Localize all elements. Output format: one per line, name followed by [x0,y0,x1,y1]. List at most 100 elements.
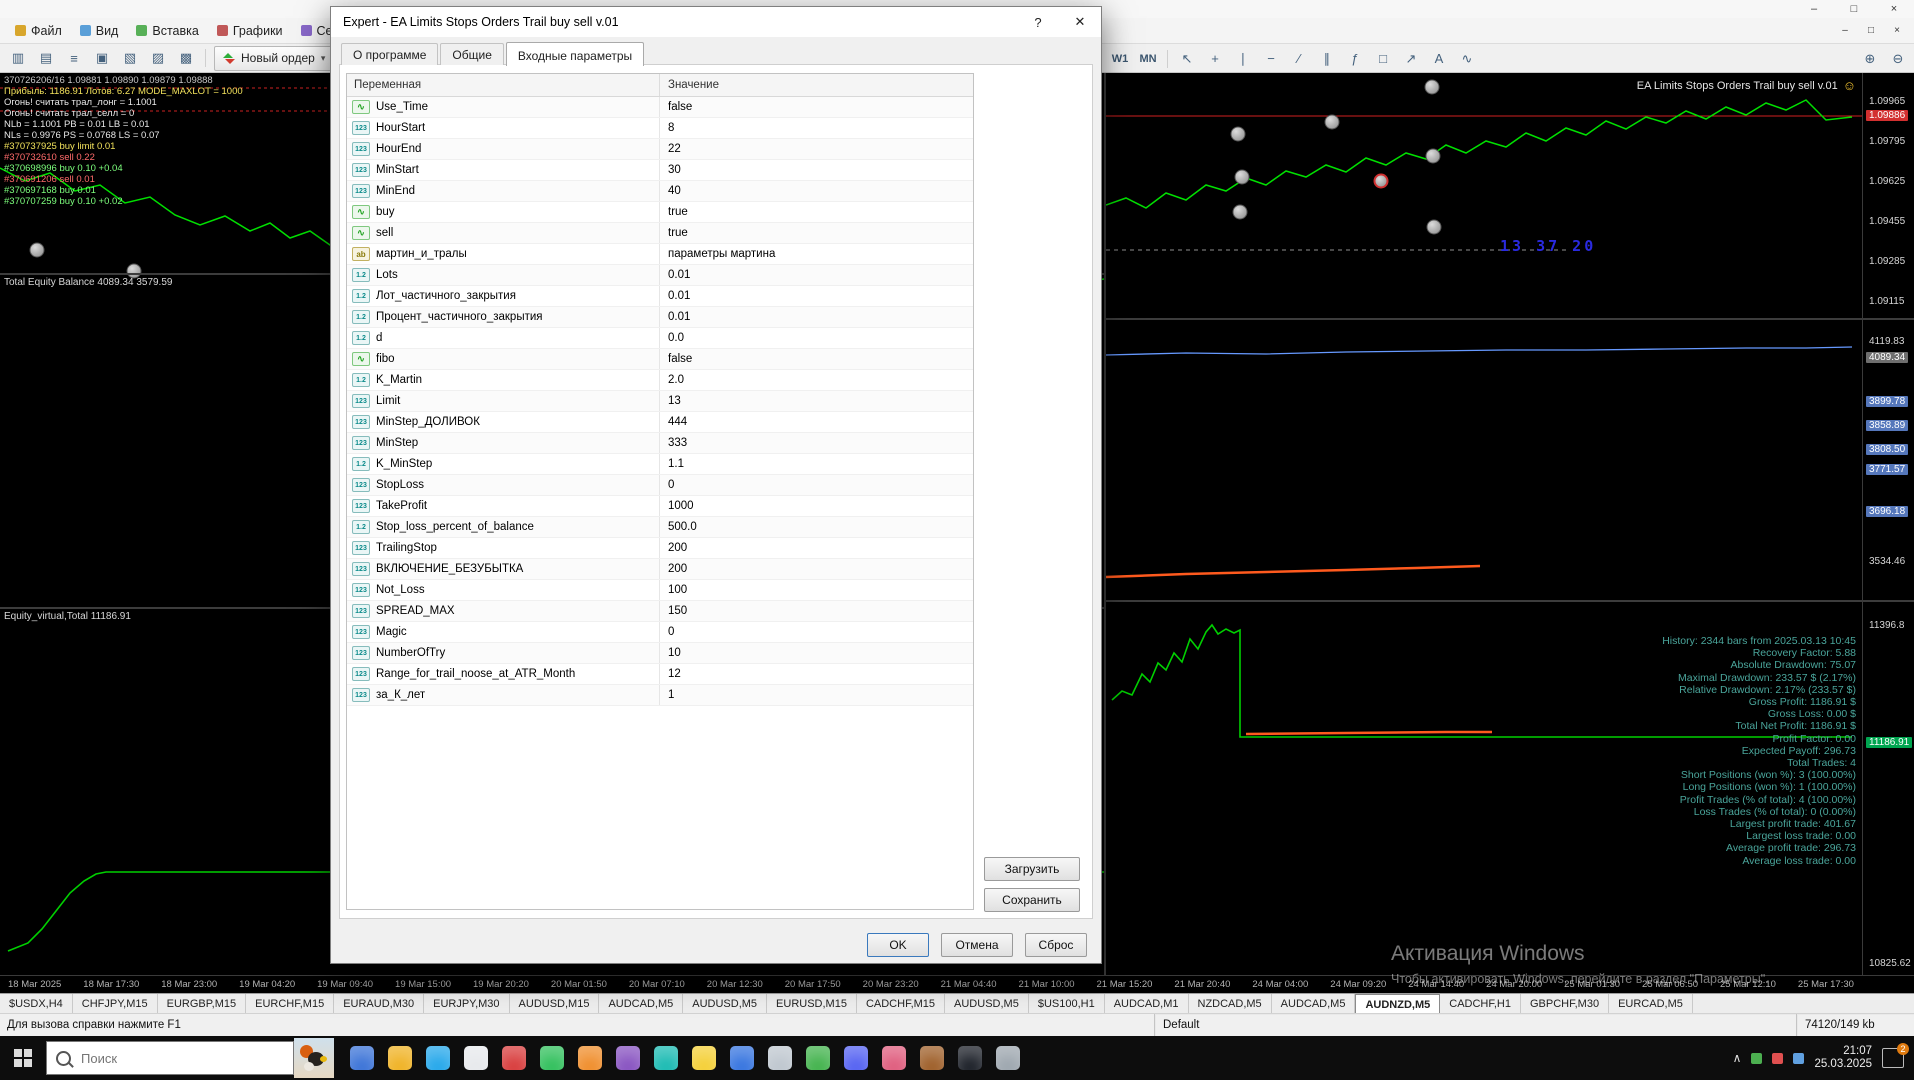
param-value[interactable]: 1 [659,685,973,705]
chart-tab[interactable]: CHFJPY,M15 [73,994,158,1014]
chart-tab[interactable]: $USDX,H4 [0,994,73,1014]
chart-tab[interactable]: AUDUSD,M15 [510,994,600,1014]
param-value[interactable]: 100 [659,580,973,600]
param-row[interactable]: StopLoss 0 [347,475,973,496]
param-row[interactable]: SPREAD_MAX 150 [347,601,973,622]
param-row[interactable]: Лот_частичного_закрытия 0.01 [347,286,973,307]
chart-tab[interactable]: EURGBP,M15 [158,994,247,1014]
taskbar-app-icon[interactable] [768,1046,792,1070]
param-value[interactable]: параметры мартина [659,244,973,264]
taskbar-clock[interactable]: 21:07 25.03.2025 [1814,1045,1872,1071]
param-row[interactable]: Процент_частичного_закрытия 0.01 [347,307,973,328]
param-row[interactable]: Lots 0.01 [347,265,973,286]
taskbar-app-icon[interactable] [350,1046,374,1070]
param-row[interactable]: Not_Loss 100 [347,580,973,601]
chart-tab[interactable]: CADCHF,M15 [857,994,946,1014]
new-chart-icon[interactable]: ▥ [5,46,31,71]
ok-button[interactable]: OK [867,933,929,957]
param-value[interactable]: 2.0 [659,370,973,390]
data-window-icon[interactable]: ▣ [89,46,115,71]
param-value[interactable]: 0 [659,475,973,495]
chart-tab[interactable]: EURJPY,M30 [424,994,510,1014]
taskbar-app-icon[interactable] [540,1046,564,1070]
tray-app-icon[interactable] [1751,1052,1763,1064]
param-value[interactable]: true [659,223,973,243]
indicators-icon[interactable]: ∿ [1454,46,1480,71]
cursor-icon[interactable]: ↖ [1174,46,1200,71]
param-row[interactable]: K_Martin 2.0 [347,370,973,391]
chart-restore-button[interactable]: □ [1858,23,1884,39]
param-row[interactable]: мартин_и_тралы параметры мартина [347,244,973,265]
dialog-close-button[interactable]: ✕ [1059,7,1101,37]
param-value[interactable]: 22 [659,139,973,159]
param-row[interactable]: TrailingStop 200 [347,538,973,559]
chart-tab[interactable]: AUDUSD,M5 [683,994,768,1014]
chart-tab[interactable]: AUDUSD,M5 [945,994,1029,1014]
taskbar-app-icon[interactable] [692,1046,716,1070]
tray-app-icon[interactable] [1793,1052,1805,1064]
timeframe-button[interactable]: MN [1135,47,1161,70]
zoom-in-icon[interactable]: ⊕ [1857,46,1883,71]
param-row[interactable]: Stop_loss_percent_of_balance 500.0 [347,517,973,538]
window-close-button[interactable]: × [1874,0,1914,18]
param-value[interactable]: 500.0 [659,517,973,537]
text-label-icon[interactable]: A [1426,46,1452,71]
taskbar-app-icon[interactable] [388,1046,412,1070]
tray-expand-icon[interactable]: ∧ [1733,1051,1742,1065]
chart-minimize-button[interactable]: – [1832,23,1858,39]
param-value[interactable]: 10 [659,643,973,663]
param-value[interactable]: 1.1 [659,454,973,474]
chart-tab[interactable]: EURCAD,M5 [1609,994,1693,1014]
param-value[interactable]: 1000 [659,496,973,516]
chart-tab[interactable]: EURUSD,M15 [767,994,857,1014]
chart-tab[interactable]: $US100,H1 [1029,994,1105,1014]
param-row[interactable]: buy true [347,202,973,223]
param-row[interactable]: MinStart 30 [347,160,973,181]
tab-about[interactable]: О программе [341,43,439,65]
param-value[interactable]: true [659,202,973,222]
crosshair-icon[interactable]: + [1202,46,1228,71]
param-row[interactable]: NumberOfTry 10 [347,643,973,664]
param-row[interactable]: HourStart 8 [347,118,973,139]
taskbar-app-icon[interactable] [426,1046,450,1070]
chart-tab[interactable]: GBPCHF,M30 [1521,994,1610,1014]
param-row[interactable]: MinStep 333 [347,433,973,454]
param-row[interactable]: Limit 13 [347,391,973,412]
param-value[interactable]: 200 [659,559,973,579]
param-value[interactable]: 8 [659,118,973,138]
param-value[interactable]: false [659,349,973,369]
param-value[interactable]: 0.0 [659,328,973,348]
param-row[interactable]: за_К_лет 1 [347,685,973,706]
right-price-chart[interactable]: EA Limits Stops Orders Trail buy sell v.… [1104,73,1862,975]
param-row[interactable]: ВКЛЮЧЕНИЕ_БЕЗУБЫТКА 200 [347,559,973,580]
param-row[interactable]: K_MinStep 1.1 [347,454,973,475]
menu-item[interactable]: Файл [6,21,71,41]
taskbar-app-icon[interactable] [616,1046,640,1070]
search-input[interactable] [79,1049,253,1067]
save-button[interactable]: Сохранить [984,888,1080,912]
param-row[interactable]: MinStep_ДОЛИВОК 444 [347,412,973,433]
menu-item[interactable]: Вид [71,21,128,41]
chart-tab[interactable]: AUDCAD,M5 [1272,994,1356,1014]
param-row[interactable]: fibo false [347,349,973,370]
param-value[interactable]: 13 [659,391,973,411]
chart-close-button[interactable]: × [1884,23,1910,39]
window-minimize-button[interactable]: – [1794,0,1834,18]
param-row[interactable]: Magic 0 [347,622,973,643]
taskbar-app-icon[interactable] [578,1046,602,1070]
timeframe-button[interactable]: W1 [1107,47,1133,70]
chart-tab[interactable]: AUDCAD,M1 [1105,994,1189,1014]
param-value[interactable]: 150 [659,601,973,621]
load-button[interactable]: Загрузить [984,857,1080,881]
ea-smiley-icon[interactable]: ☺ [1843,78,1856,93]
trendline-icon[interactable]: ∕ [1286,46,1312,71]
param-row[interactable]: TakeProfit 1000 [347,496,973,517]
taskbar-app-icon[interactable] [958,1046,982,1070]
navigator-icon[interactable]: ▧ [117,46,143,71]
horizontal-line-icon[interactable]: − [1258,46,1284,71]
taskbar-app-icon[interactable] [730,1046,754,1070]
param-value[interactable]: 12 [659,664,973,684]
subwindow-divider[interactable] [1106,318,1862,320]
tab-common[interactable]: Общие [440,43,504,65]
param-value[interactable]: 0 [659,622,973,642]
